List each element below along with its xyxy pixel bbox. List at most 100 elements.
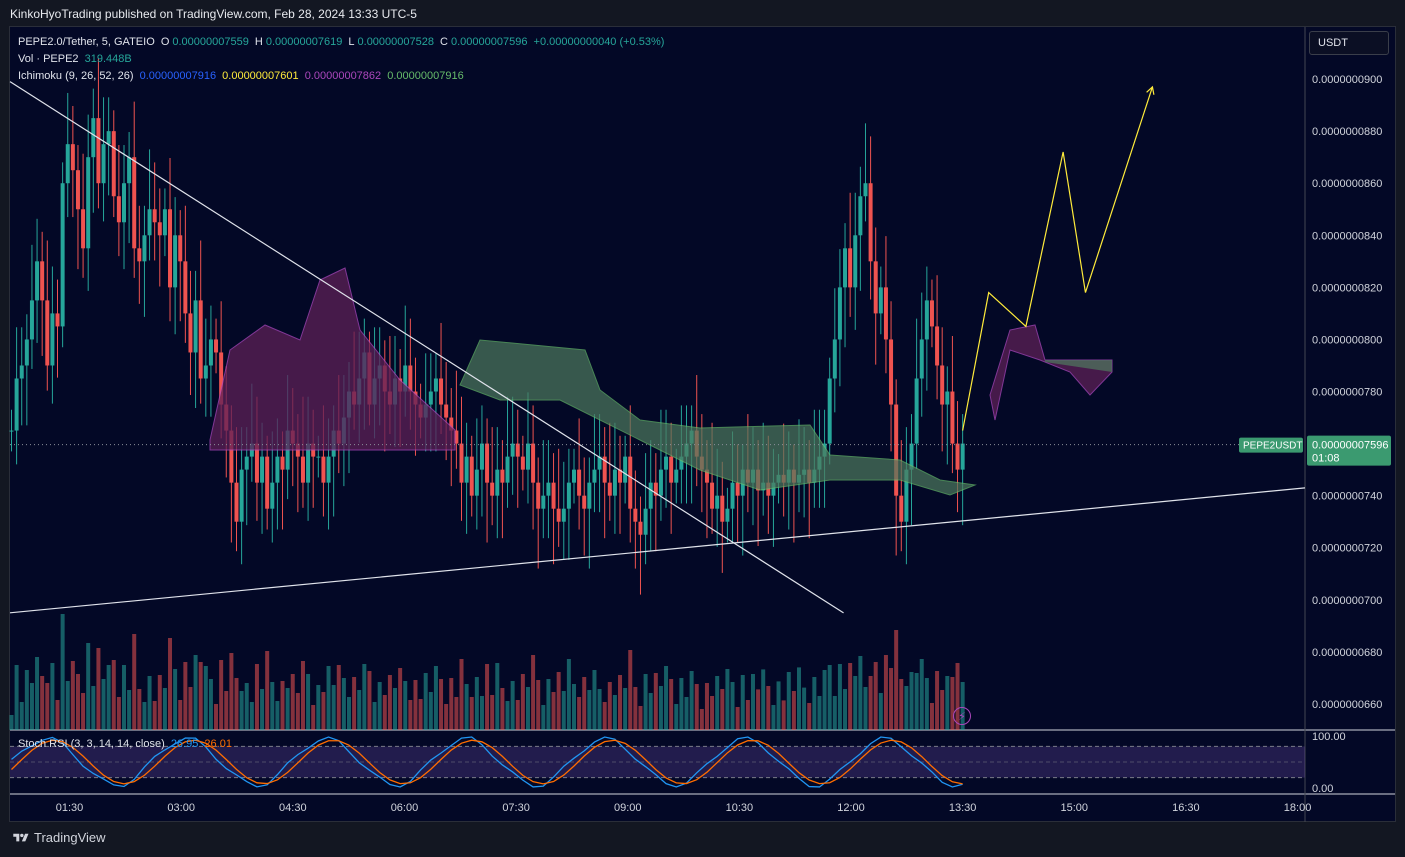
volume-bar [889,668,894,730]
symbol-legend[interactable]: PEPE2.0/Tether, 5, GATEIO O 0.00000007559… [18,36,667,48]
candle-body [827,378,832,444]
candle-body [735,482,740,496]
volume-bar [802,687,807,730]
candle-body [162,209,167,236]
candle-body [469,456,474,496]
volume-bar [24,670,29,730]
candle-body [520,456,525,470]
volume-value: 319.448B [84,53,132,65]
candle-body [899,495,904,522]
footer-brand-label: TradingView [34,830,106,845]
candle-body [137,248,142,262]
volume-bar [127,690,132,730]
volume-bar [398,668,403,730]
volume-bar [193,655,198,730]
volume-bar [618,675,623,730]
time-tick-label: 09:00 [614,802,642,814]
candle-body [60,183,65,327]
stoch-legend[interactable]: Stoch RSI (3, 3, 14, 14, close) 26.95 26… [18,738,235,750]
candle-body [858,196,863,236]
candle-body [505,456,510,483]
volume-bar [341,678,346,730]
volume-bar [909,672,914,730]
volume-bar [244,683,249,730]
candle-body [55,313,60,327]
candle-body [239,469,244,522]
volume-bar [214,704,219,730]
volume-bar [275,701,280,730]
volume-bar [894,630,899,730]
candle-body [14,378,19,431]
volume-bar [106,665,111,730]
time-tick-label: 03:00 [167,802,195,814]
volume-bar [863,687,868,730]
volume-bar [761,669,766,730]
lightning-icon[interactable]: ⚡ [953,707,971,725]
volume-bar [81,693,86,730]
candle-body [863,183,868,197]
candle-body [878,287,883,314]
volume-bar [377,682,382,730]
volume-bar [285,688,290,730]
volume-bar [86,643,91,730]
close-label: C [440,36,448,48]
volume-bar [750,674,755,730]
volume-bar [229,653,234,730]
candle-body [188,313,193,353]
candle-body [316,456,321,458]
volume-bar [515,700,520,730]
candle-body [546,482,551,496]
volume-bar [459,659,464,730]
candle-body [152,209,157,223]
ichimoku-cloud-forward [989,324,1113,421]
candle-body [500,469,505,483]
candle-body [234,482,239,522]
volume-bar [454,697,459,730]
footer-brand[interactable]: TradingView [12,830,106,845]
candle-body [86,157,91,249]
volume-bar [653,673,658,730]
volume-bar [469,697,474,730]
candle-body [116,196,121,223]
tradingview-logo-icon [13,833,29,841]
candle-body [541,495,546,509]
open-value: 0.00000007559 [172,36,249,48]
ichimoku-legend[interactable]: Ichimoku (9, 26, 52, 26) 0.00000007916 0… [18,70,467,82]
candle-body [950,391,955,444]
candle-body [551,482,556,509]
candle-body [873,261,878,314]
volume-bar [352,677,357,730]
volume-bar [638,706,643,730]
volume-bar [70,661,75,730]
volume-bar [531,655,536,730]
volume-legend[interactable]: Vol · PEPE2 319.448B [18,53,135,65]
candle-body [433,378,438,392]
candle-body [19,365,24,379]
currency-button[interactable]: USDT [1309,31,1389,55]
volume-bar [822,670,827,730]
volume-bar [536,680,541,730]
price-tick-label: 0.0000000840 [1312,230,1382,242]
candle-body [848,248,853,288]
volume-bar [561,691,566,730]
volume-bar [331,685,336,730]
volume-group [9,614,965,730]
volume-bar [449,678,454,730]
volume-bar [265,651,270,730]
candle-body [853,235,858,288]
candle-body [577,469,582,496]
volume-bar [433,666,438,730]
volume-bar [556,672,561,730]
candle-body [623,456,628,483]
volume-bar [311,705,316,730]
volume-bar [219,660,224,730]
candle-body [669,456,674,483]
volume-bar [571,684,576,730]
candle-body [50,313,55,366]
volume-bar [520,674,525,730]
chart-canvas[interactable]: 0.0000000900 0.0000000880 0.0000000860 0.00… [0,0,1405,857]
volume-bar [745,700,750,730]
candle-body [70,144,75,171]
volume-bar [168,638,173,730]
volume-bar [357,690,362,730]
